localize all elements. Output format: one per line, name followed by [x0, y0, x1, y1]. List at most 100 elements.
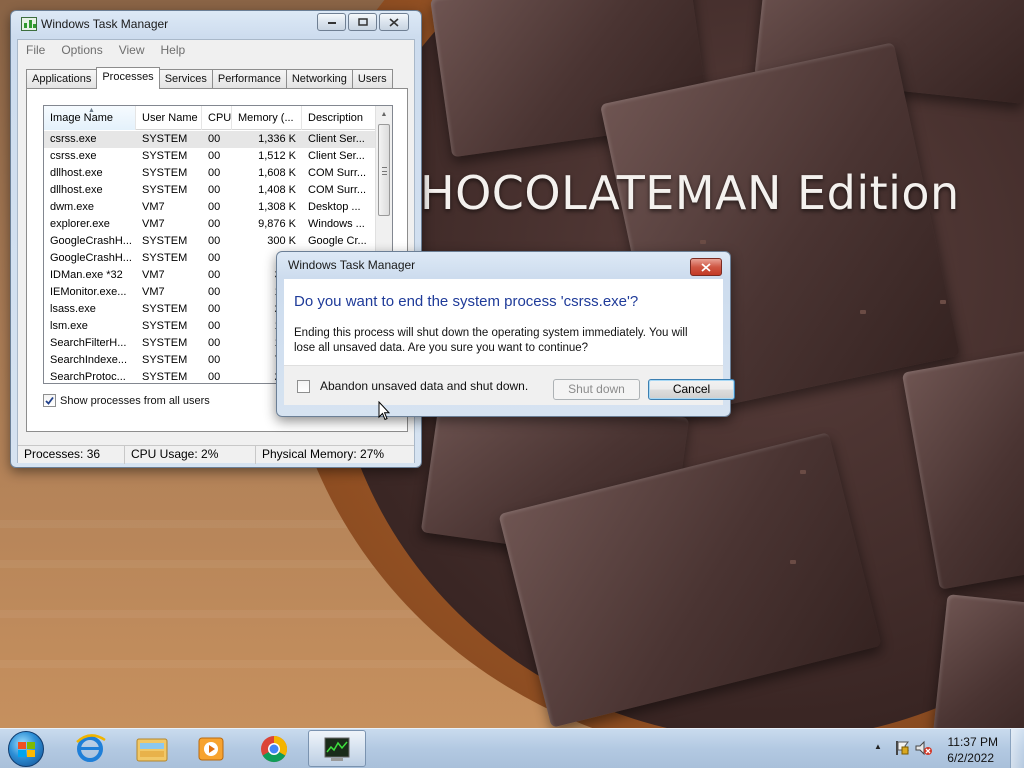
volume-muted-icon[interactable]	[914, 739, 932, 757]
cell-image-name: GoogleCrashH...	[50, 252, 132, 264]
cell-image-name: dwm.exe	[50, 201, 95, 213]
tab-services[interactable]: Services	[158, 69, 213, 88]
tab-strip: Applications Processes Services Performa…	[26, 67, 393, 89]
cell-user-name: SYSTEM	[142, 337, 188, 349]
taskbar-internet-explorer[interactable]	[61, 730, 119, 767]
table-row[interactable]: explorer.exe VM7 00 9,876 K Windows ...	[44, 216, 376, 233]
clock-time[interactable]: 11:37 PM	[948, 735, 998, 749]
checkbox[interactable]	[297, 379, 310, 393]
table-row[interactable]: GoogleCrashH... SYSTEM 00 300 K Google Cr...	[44, 233, 376, 250]
show-desktop-button[interactable]	[1010, 729, 1024, 768]
cell-user-name: SYSTEM	[142, 167, 188, 179]
tab-applications[interactable]: Applications	[26, 69, 98, 88]
notification-area: ▲ 11:37 PM 6/2/2022	[864, 729, 1024, 768]
abandon-unsaved-data-checkbox[interactable]: Abandon unsaved data and shut down.	[297, 379, 528, 393]
column-header-user-name[interactable]: User Name	[136, 106, 202, 130]
maximize-button[interactable]	[348, 13, 377, 31]
cell-user-name: SYSTEM	[142, 133, 188, 145]
close-icon	[389, 17, 399, 27]
taskbar-task-manager[interactable]	[308, 730, 366, 767]
cell-cpu: 00	[208, 286, 221, 298]
cell-cpu: 00	[208, 269, 221, 281]
table-row[interactable]: csrss.exe SYSTEM 00 1,336 K Client Ser...	[44, 131, 376, 148]
table-row[interactable]: dllhost.exe SYSTEM 00 1,608 K COM Surr...	[44, 165, 376, 182]
cell-cpu: 00	[208, 150, 221, 162]
taskbar-windows-explorer[interactable]	[122, 730, 180, 767]
cell-description: Google Cr...	[308, 235, 367, 247]
checkmark-icon	[45, 396, 54, 405]
cell-cpu: 00	[208, 184, 221, 196]
column-header-image-name[interactable]: ▲ Image Name	[44, 106, 136, 130]
cell-user-name: VM7	[142, 286, 165, 298]
cancel-button[interactable]: Cancel	[648, 379, 735, 400]
cell-image-name: lsm.exe	[50, 320, 88, 332]
tab-processes[interactable]: Processes	[96, 67, 160, 89]
shut-down-button[interactable]: Shut down	[553, 379, 640, 400]
windows-logo-icon	[18, 742, 26, 749]
menu-help[interactable]: Help	[153, 43, 194, 57]
minimize-button[interactable]	[317, 13, 346, 31]
table-row[interactable]: csrss.exe SYSTEM 00 1,512 K Client Ser...	[44, 148, 376, 165]
process-list-header: ▲ Image Name User Name CPU Memory (... D…	[44, 106, 376, 130]
cell-image-name: dllhost.exe	[50, 184, 103, 196]
menu-options[interactable]: Options	[53, 43, 110, 57]
cell-user-name: SYSTEM	[142, 235, 188, 247]
menu-file[interactable]: File	[18, 43, 53, 57]
action-center-flag-icon[interactable]	[894, 739, 910, 757]
windows-logo-icon	[27, 750, 35, 757]
cell-user-name: SYSTEM	[142, 371, 188, 383]
table-row[interactable]: dllhost.exe SYSTEM 00 1,408 K COM Surr...	[44, 182, 376, 199]
start-button[interactable]	[8, 731, 44, 767]
taskbar-chrome[interactable]	[245, 730, 303, 767]
scrollbar-thumb[interactable]	[378, 124, 390, 216]
menu-view[interactable]: View	[111, 43, 153, 57]
taskbar: ▲ 11:37 PM 6/2/2022	[0, 728, 1024, 768]
window-title: Windows Task Manager	[41, 17, 169, 31]
media-player-icon	[198, 737, 224, 761]
sort-ascending-icon: ▲	[88, 107, 95, 114]
mouse-pointer-icon	[378, 401, 390, 421]
clock-date[interactable]: 6/2/2022	[947, 751, 994, 765]
cell-image-name: SearchIndexe...	[50, 354, 128, 366]
cell-description: Client Ser...	[308, 150, 365, 162]
cell-image-name: GoogleCrashH...	[50, 235, 132, 247]
dialog-content-line: lose all unsaved data. Are you sure you …	[294, 342, 589, 354]
cell-user-name: SYSTEM	[142, 320, 188, 332]
show-all-processes-checkbox[interactable]: Show processes from all users	[43, 394, 210, 407]
column-header-cpu[interactable]: CPU	[202, 106, 232, 130]
cell-image-name: SearchFilterH...	[50, 337, 127, 349]
cell-description: COM Surr...	[308, 167, 367, 179]
cell-cpu: 00	[208, 218, 221, 230]
tab-networking[interactable]: Networking	[285, 69, 353, 88]
taskbar-media-player[interactable]	[183, 730, 241, 767]
dialog-title-bar[interactable]: Windows Task Manager	[277, 252, 730, 278]
show-all-processes-label: Show processes from all users	[60, 394, 210, 407]
cell-image-name: SearchProtoc...	[50, 371, 126, 383]
cell-user-name: VM7	[142, 269, 165, 281]
cell-cpu: 00	[208, 133, 221, 145]
dialog-close-button[interactable]	[690, 258, 722, 276]
chrome-icon	[261, 735, 288, 763]
cell-user-name: SYSTEM	[142, 252, 188, 264]
table-row[interactable]: dwm.exe VM7 00 1,308 K Desktop ...	[44, 199, 376, 216]
cell-user-name: SYSTEM	[142, 150, 188, 162]
cell-image-name: IDMan.exe *32	[50, 269, 123, 281]
tab-performance[interactable]: Performance	[211, 69, 287, 88]
windows-explorer-icon	[136, 738, 168, 762]
cell-memory: 1,408 K	[258, 184, 296, 196]
cell-memory: 9,876 K	[258, 218, 296, 230]
cell-cpu: 00	[208, 354, 221, 366]
column-header-memory[interactable]: Memory (...	[232, 106, 302, 130]
windows-logo-icon	[18, 750, 26, 757]
title-bar[interactable]: Windows Task Manager	[11, 11, 421, 37]
cell-description: Windows ...	[308, 218, 365, 230]
cell-user-name: SYSTEM	[142, 354, 188, 366]
scroll-up-button[interactable]: ▲	[376, 106, 392, 123]
cell-memory: 1,512 K	[258, 150, 296, 162]
status-processes: Processes: 36	[18, 446, 125, 464]
show-hidden-icons-button[interactable]: ▲	[874, 742, 882, 751]
checkbox[interactable]	[43, 394, 56, 407]
column-header-description[interactable]: Description	[302, 106, 376, 130]
tab-users[interactable]: Users	[351, 69, 393, 88]
close-button[interactable]	[379, 13, 409, 31]
